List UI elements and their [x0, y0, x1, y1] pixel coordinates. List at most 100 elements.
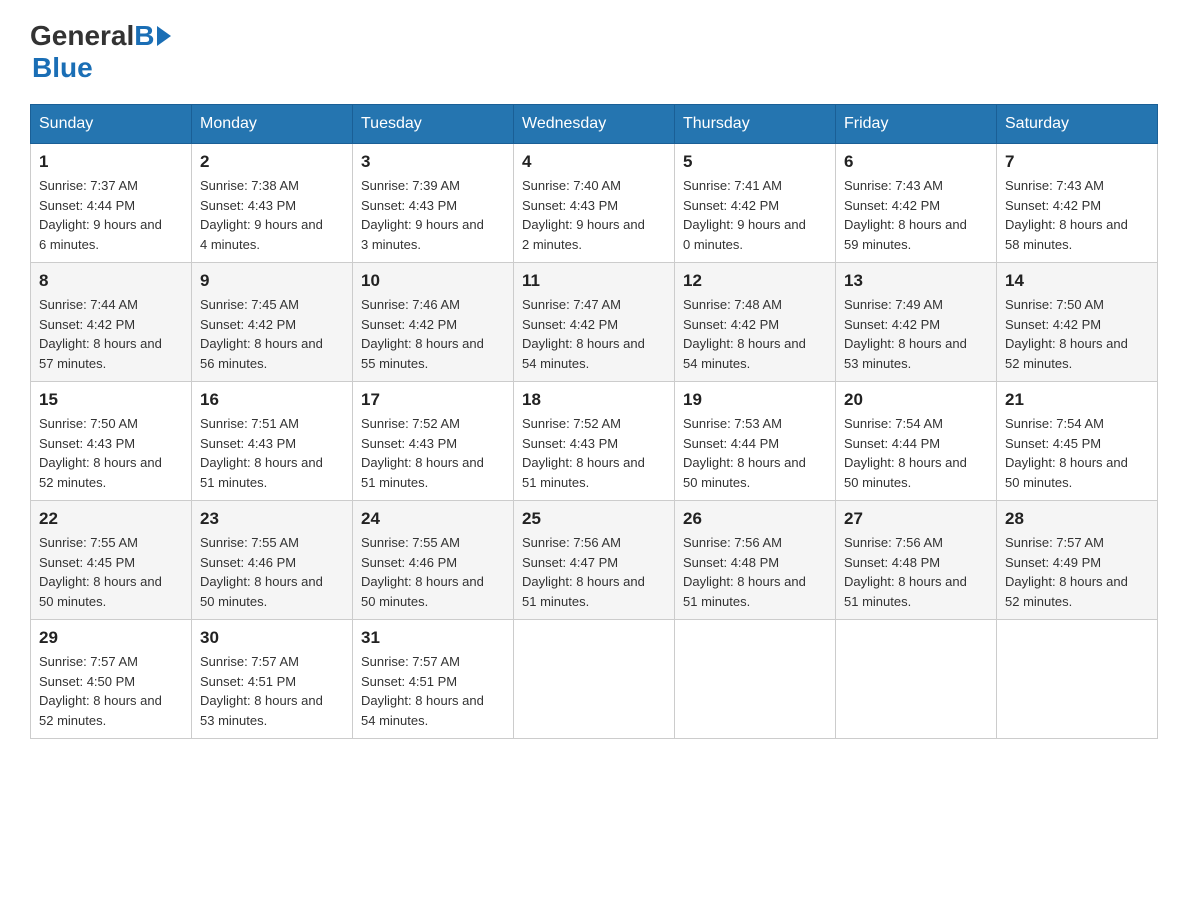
day-info: Sunrise: 7:54 AMSunset: 4:45 PMDaylight:…	[1005, 414, 1149, 492]
day-number: 12	[683, 271, 827, 291]
calendar-day-cell: 5 Sunrise: 7:41 AMSunset: 4:42 PMDaylight…	[675, 144, 836, 263]
calendar-day-cell: 29 Sunrise: 7:57 AMSunset: 4:50 PMDayligh…	[31, 620, 192, 739]
day-number: 22	[39, 509, 183, 529]
calendar-table: SundayMondayTuesdayWednesdayThursdayFrid…	[30, 104, 1158, 739]
logo-blue-word: Blue	[32, 52, 93, 83]
day-info: Sunrise: 7:55 AMSunset: 4:46 PMDaylight:…	[361, 533, 505, 611]
day-number: 24	[361, 509, 505, 529]
calendar-day-cell: 17 Sunrise: 7:52 AMSunset: 4:43 PMDayligh…	[353, 382, 514, 501]
column-header-tuesday: Tuesday	[353, 105, 514, 144]
day-info: Sunrise: 7:52 AMSunset: 4:43 PMDaylight:…	[522, 414, 666, 492]
column-header-friday: Friday	[836, 105, 997, 144]
calendar-day-cell: 21 Sunrise: 7:54 AMSunset: 4:45 PMDayligh…	[997, 382, 1158, 501]
calendar-day-cell: 10Sunrise: 7:46 AMSunset: 4:42 PMDayligh…	[353, 263, 514, 382]
logo: General B Blue	[30, 20, 173, 84]
day-info: Sunrise: 7:53 AMSunset: 4:44 PMDaylight:…	[683, 414, 827, 492]
calendar-day-cell: 14 Sunrise: 7:50 AMSunset: 4:42 PMDayligh…	[997, 263, 1158, 382]
day-info: Sunrise: 7:48 AMSunset: 4:42 PMDaylight:…	[683, 295, 827, 373]
day-info: Sunrise: 7:56 AMSunset: 4:47 PMDaylight:…	[522, 533, 666, 611]
day-info: Sunrise: 7:50 AMSunset: 4:43 PMDaylight:…	[39, 414, 183, 492]
column-header-saturday: Saturday	[997, 105, 1158, 144]
calendar-day-cell: 15 Sunrise: 7:50 AMSunset: 4:43 PMDayligh…	[31, 382, 192, 501]
day-number: 29	[39, 628, 183, 648]
day-number: 4	[522, 152, 666, 172]
day-info: Sunrise: 7:56 AMSunset: 4:48 PMDaylight:…	[844, 533, 988, 611]
day-info: Sunrise: 7:56 AMSunset: 4:48 PMDaylight:…	[683, 533, 827, 611]
calendar-header-row: SundayMondayTuesdayWednesdayThursdayFrid…	[31, 105, 1158, 144]
day-info: Sunrise: 7:39 AMSunset: 4:43 PMDaylight:…	[361, 176, 505, 254]
day-number: 5	[683, 152, 827, 172]
calendar-day-cell: 20 Sunrise: 7:54 AMSunset: 4:44 PMDayligh…	[836, 382, 997, 501]
calendar-day-cell: 1Sunrise: 7:37 AMSunset: 4:44 PMDaylight…	[31, 144, 192, 263]
calendar-day-cell: 24 Sunrise: 7:55 AMSunset: 4:46 PMDayligh…	[353, 501, 514, 620]
day-info: Sunrise: 7:38 AMSunset: 4:43 PMDaylight:…	[200, 176, 344, 254]
calendar-day-cell: 19Sunrise: 7:53 AMSunset: 4:44 PMDayligh…	[675, 382, 836, 501]
calendar-day-cell: 30 Sunrise: 7:57 AMSunset: 4:51 PMDayligh…	[192, 620, 353, 739]
day-info: Sunrise: 7:55 AMSunset: 4:45 PMDaylight:…	[39, 533, 183, 611]
calendar-day-cell: 6Sunrise: 7:43 AMSunset: 4:42 PMDaylight…	[836, 144, 997, 263]
calendar-day-cell: 31Sunrise: 7:57 AMSunset: 4:51 PMDayligh…	[353, 620, 514, 739]
day-info: Sunrise: 7:57 AMSunset: 4:49 PMDaylight:…	[1005, 533, 1149, 611]
empty-cell	[997, 620, 1158, 739]
day-number: 27	[844, 509, 988, 529]
calendar-day-cell: 16Sunrise: 7:51 AMSunset: 4:43 PMDayligh…	[192, 382, 353, 501]
day-info: Sunrise: 7:52 AMSunset: 4:43 PMDaylight:…	[361, 414, 505, 492]
day-info: Sunrise: 7:47 AMSunset: 4:42 PMDaylight:…	[522, 295, 666, 373]
calendar-day-cell: 28 Sunrise: 7:57 AMSunset: 4:49 PMDayligh…	[997, 501, 1158, 620]
day-info: Sunrise: 7:49 AMSunset: 4:42 PMDaylight:…	[844, 295, 988, 373]
day-number: 16	[200, 390, 344, 410]
column-header-monday: Monday	[192, 105, 353, 144]
day-number: 17	[361, 390, 505, 410]
day-info: Sunrise: 7:37 AMSunset: 4:44 PMDaylight:…	[39, 176, 183, 254]
calendar-week-row: 8 Sunrise: 7:44 AMSunset: 4:42 PMDaylight…	[31, 263, 1158, 382]
calendar-week-row: 15 Sunrise: 7:50 AMSunset: 4:43 PMDayligh…	[31, 382, 1158, 501]
day-info: Sunrise: 7:50 AMSunset: 4:42 PMDaylight:…	[1005, 295, 1149, 373]
calendar-day-cell: 18 Sunrise: 7:52 AMSunset: 4:43 PMDayligh…	[514, 382, 675, 501]
column-header-sunday: Sunday	[31, 105, 192, 144]
day-number: 30	[200, 628, 344, 648]
calendar-day-cell: 26 Sunrise: 7:56 AMSunset: 4:48 PMDayligh…	[675, 501, 836, 620]
calendar-day-cell: 23Sunrise: 7:55 AMSunset: 4:46 PMDayligh…	[192, 501, 353, 620]
logo-general-text: General	[30, 20, 134, 52]
day-number: 28	[1005, 509, 1149, 529]
day-info: Sunrise: 7:54 AMSunset: 4:44 PMDaylight:…	[844, 414, 988, 492]
day-info: Sunrise: 7:41 AMSunset: 4:42 PMDaylight:…	[683, 176, 827, 254]
calendar-day-cell: 13 Sunrise: 7:49 AMSunset: 4:42 PMDayligh…	[836, 263, 997, 382]
logo-blue-part: B	[134, 20, 172, 52]
day-number: 25	[522, 509, 666, 529]
day-number: 6	[844, 152, 988, 172]
day-info: Sunrise: 7:55 AMSunset: 4:46 PMDaylight:…	[200, 533, 344, 611]
logo-arrow-icon	[157, 26, 171, 46]
day-info: Sunrise: 7:45 AMSunset: 4:42 PMDaylight:…	[200, 295, 344, 373]
day-number: 8	[39, 271, 183, 291]
column-header-thursday: Thursday	[675, 105, 836, 144]
calendar-day-cell: 4Sunrise: 7:40 AMSunset: 4:43 PMDaylight…	[514, 144, 675, 263]
calendar-day-cell: 9Sunrise: 7:45 AMSunset: 4:42 PMDaylight…	[192, 263, 353, 382]
day-number: 3	[361, 152, 505, 172]
day-number: 21	[1005, 390, 1149, 410]
day-number: 20	[844, 390, 988, 410]
day-number: 13	[844, 271, 988, 291]
empty-cell	[514, 620, 675, 739]
day-number: 11	[522, 271, 666, 291]
calendar-day-cell: 25 Sunrise: 7:56 AMSunset: 4:47 PMDayligh…	[514, 501, 675, 620]
day-info: Sunrise: 7:57 AMSunset: 4:51 PMDaylight:…	[361, 652, 505, 730]
day-number: 2	[200, 152, 344, 172]
empty-cell	[675, 620, 836, 739]
calendar-day-cell: 22 Sunrise: 7:55 AMSunset: 4:45 PMDayligh…	[31, 501, 192, 620]
calendar-week-row: 29 Sunrise: 7:57 AMSunset: 4:50 PMDayligh…	[31, 620, 1158, 739]
calendar-day-cell: 7Sunrise: 7:43 AMSunset: 4:42 PMDaylight…	[997, 144, 1158, 263]
day-info: Sunrise: 7:57 AMSunset: 4:51 PMDaylight:…	[200, 652, 344, 730]
day-number: 26	[683, 509, 827, 529]
calendar-day-cell: 3 Sunrise: 7:39 AMSunset: 4:43 PMDaylight…	[353, 144, 514, 263]
day-info: Sunrise: 7:43 AMSunset: 4:42 PMDaylight:…	[1005, 176, 1149, 254]
calendar-week-row: 22 Sunrise: 7:55 AMSunset: 4:45 PMDayligh…	[31, 501, 1158, 620]
day-number: 18	[522, 390, 666, 410]
day-number: 15	[39, 390, 183, 410]
day-info: Sunrise: 7:57 AMSunset: 4:50 PMDaylight:…	[39, 652, 183, 730]
day-info: Sunrise: 7:46 AMSunset: 4:42 PMDaylight:…	[361, 295, 505, 373]
day-info: Sunrise: 7:44 AMSunset: 4:42 PMDaylight:…	[39, 295, 183, 373]
calendar-day-cell: 8 Sunrise: 7:44 AMSunset: 4:42 PMDaylight…	[31, 263, 192, 382]
logo-b: B	[134, 20, 154, 52]
day-number: 14	[1005, 271, 1149, 291]
